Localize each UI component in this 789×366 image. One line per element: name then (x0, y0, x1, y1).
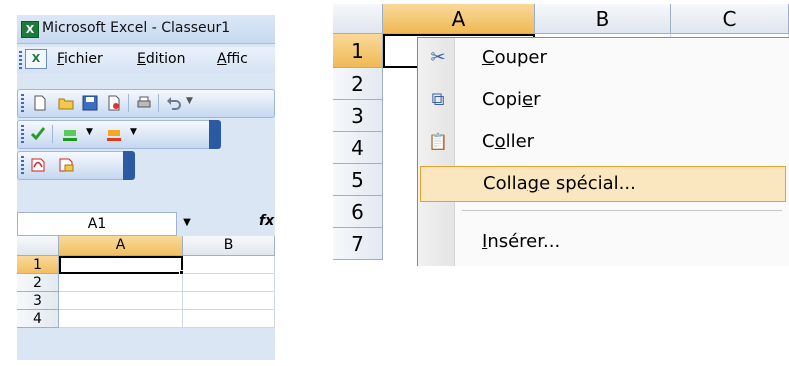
menu-item-inserer[interactable]: Insérer... (420, 224, 786, 260)
toolbar-grip[interactable] (21, 156, 24, 174)
copy-icon: ⧉ (431, 89, 445, 110)
permission-icon[interactable] (106, 95, 122, 111)
undo-dropdown-icon[interactable]: ▼ (186, 96, 193, 106)
standard-toolbar: ▼ (17, 89, 275, 118)
save-icon[interactable] (82, 95, 98, 111)
reviewing-toolbar: ▼ ▼ (17, 120, 211, 149)
toolbar-grip[interactable] (19, 51, 22, 69)
menu-item-label: Couper (482, 47, 547, 68)
column-header-b[interactable]: B (535, 4, 671, 34)
row-header-1[interactable]: 1 (333, 34, 383, 68)
name-box[interactable]: A1 (17, 212, 177, 236)
pdf-convert-icon[interactable] (30, 157, 46, 173)
green-dropdown-icon[interactable]: ▼ (86, 127, 93, 137)
undo-icon[interactable] (166, 95, 182, 111)
insert-function-icon[interactable]: fx (259, 213, 274, 229)
pdf-toolbar (17, 151, 125, 180)
excel-logo-icon: X (21, 21, 39, 38)
check-icon[interactable] (30, 126, 46, 142)
cell-b3[interactable] (183, 292, 275, 310)
cell-b2[interactable] (183, 274, 275, 292)
toolbar-separator (52, 125, 53, 143)
menu-item-label: Collage spécial... (483, 173, 636, 194)
toolbar-options-button[interactable] (209, 120, 221, 149)
row-header-1[interactable]: 1 (17, 256, 59, 274)
row-header-2[interactable]: 2 (333, 68, 383, 100)
cell-b4[interactable] (183, 310, 275, 328)
document-menu-icon[interactable]: X (25, 49, 47, 69)
excel-window: X Microsoft Excel - Classeur1 X Fichier … (17, 15, 275, 360)
select-all-corner[interactable] (17, 236, 59, 255)
new-document-icon[interactable] (32, 95, 48, 111)
column-header-c[interactable]: C (671, 4, 789, 34)
context-menu: ✂ Couper ⧉ Copier 📋 Coller Collage spéci… (417, 37, 789, 266)
open-folder-icon[interactable] (58, 95, 74, 111)
menu-fichier-label: ichier (64, 51, 103, 67)
paste-icon: 📋 (428, 132, 448, 151)
row-header-3[interactable]: 3 (333, 100, 383, 132)
toolbar-grip[interactable] (21, 94, 24, 112)
toolbar-options-button[interactable] (123, 151, 135, 180)
print-icon[interactable] (136, 95, 152, 111)
select-all-corner[interactable] (333, 4, 383, 34)
menu-item-copier[interactable]: ⧉ Copier (420, 82, 786, 118)
row-header-7[interactable]: 7 (333, 228, 383, 260)
column-header-a[interactable]: A (59, 236, 183, 255)
highlight-orange-icon[interactable] (106, 126, 122, 142)
menu-item-label: Insérer... (482, 231, 561, 252)
toolbar-grip[interactable] (21, 125, 24, 143)
menu-item-collage-special[interactable]: Collage spécial... (420, 166, 786, 202)
context-menu-view: A B C 1 2 3 4 5 6 7 ✂ Couper ⧉ Copier 📋 … (333, 4, 789, 266)
row-header-2[interactable]: 2 (17, 274, 59, 292)
pdf-email-icon[interactable] (58, 157, 74, 173)
name-box-dropdown-icon[interactable]: ▼ (177, 212, 197, 234)
row-header-3[interactable]: 3 (17, 292, 59, 310)
row-header-4[interactable]: 4 (17, 310, 59, 328)
toolbar-separator (158, 94, 159, 112)
row-header-6[interactable]: 6 (333, 196, 383, 228)
menu-bar: X Fichier Edition Affic (17, 47, 275, 73)
scissors-icon: ✂ (430, 47, 446, 68)
cell-a2[interactable] (59, 274, 183, 292)
cell-b1[interactable] (183, 256, 275, 274)
orange-dropdown-icon[interactable]: ▼ (130, 127, 137, 137)
menu-edition[interactable]: Edition (137, 51, 185, 67)
highlight-green-icon[interactable] (62, 126, 78, 142)
cell-a3[interactable] (59, 292, 183, 310)
column-header-a[interactable]: A (383, 4, 535, 34)
cell-a1-active[interactable] (59, 256, 183, 274)
menu-fichier[interactable]: Fichier (57, 51, 103, 67)
menu-separator (462, 210, 782, 211)
menu-item-label: Copier (482, 89, 541, 110)
window-title: Microsoft Excel - Classeur1 (42, 20, 231, 36)
menu-item-label: Coller (482, 131, 535, 152)
menu-item-coller[interactable]: 📋 Coller (420, 124, 786, 160)
menu-affichage[interactable]: Affic (217, 51, 248, 67)
row-header-4[interactable]: 4 (333, 132, 383, 164)
cell-a4[interactable] (59, 310, 183, 328)
column-header-row: A B (17, 236, 275, 256)
menu-item-couper[interactable]: ✂ Couper (420, 40, 786, 76)
title-bar: X Microsoft Excel - Classeur1 (17, 15, 275, 44)
column-header-b[interactable]: B (183, 236, 275, 255)
row-header-5[interactable]: 5 (333, 164, 383, 196)
menu-edition-label: dition (145, 51, 186, 67)
toolbar-separator (128, 94, 129, 112)
menu-affichage-label: ffic (226, 51, 248, 67)
